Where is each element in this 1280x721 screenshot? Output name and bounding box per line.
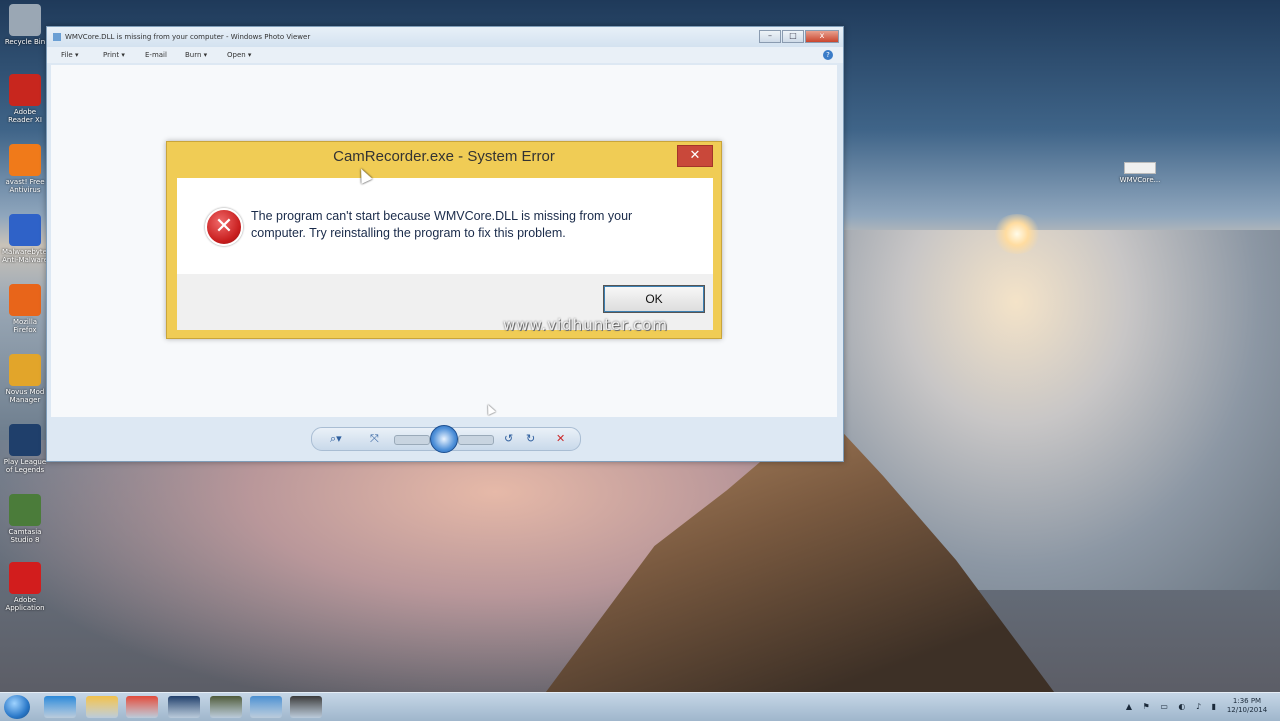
menu-print[interactable]: Print ▾: [103, 51, 125, 59]
firefox-icon: [9, 284, 41, 316]
taskbar-league-of-legends[interactable]: [168, 696, 200, 718]
window-buttons: – □ x: [759, 30, 839, 43]
recycle-bin-icon: [9, 4, 41, 36]
rotate-clockwise-icon[interactable]: ↻: [526, 432, 535, 446]
adobe-reader-icon: [9, 74, 41, 106]
desktop-icon-malwarebytes[interactable]: Malwarebytes Anti-Malware: [2, 214, 51, 264]
next-button[interactable]: [458, 435, 494, 445]
watermark: www.vidhunter.com: [503, 316, 668, 334]
taskbar-internet-explorer[interactable]: [44, 696, 76, 718]
desktop-icon-label: Mozilla Firefox: [12, 318, 38, 334]
help-icon[interactable]: ?: [823, 50, 833, 60]
desktop-icon-camtasia[interactable]: Camtasia Studio 8: [2, 494, 48, 544]
desktop-icon-firefox[interactable]: Mozilla Firefox: [2, 284, 48, 334]
error-message-line-2: computer. Try reinstalling the program t…: [251, 226, 566, 240]
avast-icon: [9, 144, 41, 176]
dialog-title: CamRecorder.exe - System Error: [333, 148, 555, 165]
novus-mod-manager-icon: [9, 354, 41, 386]
desktop-file-label: WMVCore...: [1119, 176, 1161, 184]
league-of-legends-icon: [9, 424, 41, 456]
error-message: The program can't start because WMVCore.…: [251, 208, 691, 242]
desktop-icon-label: Adobe Reader XI: [8, 108, 42, 124]
desktop-icon-label: Camtasia Studio 8: [8, 528, 42, 544]
desktop-icon-adobe-application[interactable]: Adobe Application: [2, 562, 48, 612]
error-message-line-1: The program can't start because WMVCore.…: [251, 209, 633, 223]
taskbar-file-explorer[interactable]: [86, 696, 118, 718]
taskbar-clock[interactable]: 1:36 PM 12/10/2014: [1224, 697, 1270, 715]
desktop-icon-league-of-legends[interactable]: Play League of Legends: [2, 424, 48, 474]
taskbar-app-6[interactable]: [250, 696, 282, 718]
camtasia-icon: [9, 494, 41, 526]
close-button[interactable]: x: [805, 30, 839, 43]
error-icon: ✕: [205, 208, 243, 246]
adobe-application-icon: [9, 562, 41, 594]
malwarebytes-icon: [9, 214, 41, 246]
wallpaper-sun: [992, 214, 1042, 254]
desktop-icon-recycle-bin[interactable]: Recycle Bin: [2, 4, 48, 46]
menu-burn[interactable]: Burn ▾: [185, 51, 207, 59]
file-icon: [1124, 162, 1156, 174]
desktop-icon-label: Adobe Application: [5, 596, 45, 612]
desktop-file-wmvcore[interactable]: WMVCore...: [1112, 162, 1168, 184]
clock-time: 1:36 PM: [1232, 697, 1262, 705]
menu-file[interactable]: File ▾: [61, 51, 78, 59]
taskbar: ▲ ⚑ ▭ ◐ ♪ ▮ 1:36 PM 12/10/2014: [0, 692, 1280, 721]
rotate-counterclockwise-icon[interactable]: ↺: [504, 432, 513, 446]
maximize-button[interactable]: □: [782, 30, 804, 43]
previous-button[interactable]: [394, 435, 430, 445]
taskbar-chrome[interactable]: [126, 696, 158, 718]
title-bar[interactable]: WMVCore.DLL is missing from your compute…: [47, 27, 843, 47]
delete-icon[interactable]: ✕: [556, 432, 565, 446]
desktop-icon-label: Novus Mod Manager: [5, 388, 45, 404]
desktop-icon-adobe-reader[interactable]: Adobe Reader XI: [2, 74, 48, 124]
desktop-icon-label: Recycle Bin: [4, 38, 46, 46]
menu-email[interactable]: E-mail: [145, 51, 167, 59]
desktop-icon-avast[interactable]: avast! Free Antivirus: [2, 144, 48, 194]
zoom-icon[interactable]: ⌕▾: [330, 432, 342, 446]
system-tray-icons[interactable]: ▲ ⚑ ▭ ◐ ♪ ▮: [1126, 702, 1220, 711]
desktop-icon-label: Malwarebytes Anti-Malware: [2, 248, 51, 264]
desktop-icon-label: Play League of Legends: [3, 458, 47, 474]
menu-bar: File ▾ Print ▾ E-mail Burn ▾ Open ▾ ?: [47, 47, 843, 63]
clock-date: 12/10/2014: [1226, 706, 1268, 714]
desktop-icon-novus-mod-manager[interactable]: Novus Mod Manager: [2, 354, 48, 404]
ok-button[interactable]: OK: [603, 285, 705, 313]
window-title: WMVCore.DLL is missing from your compute…: [65, 33, 311, 41]
taskbar-app-5[interactable]: [210, 696, 242, 718]
slideshow-button[interactable]: [430, 425, 458, 453]
start-button[interactable]: [4, 695, 30, 719]
minimize-button[interactable]: –: [759, 30, 781, 43]
desktop-icon-label: avast! Free Antivirus: [5, 178, 45, 194]
system-error-dialog: CamRecorder.exe - System Error ✕ ✕ The p…: [166, 141, 722, 339]
viewer-controls: ⌕▾ ⤧ ↺ ↻ ✕: [311, 425, 581, 453]
menu-open[interactable]: Open ▾: [227, 51, 251, 59]
dialog-body: ✕ The program can't start because WMVCor…: [177, 178, 713, 274]
dialog-close-button[interactable]: ✕: [677, 145, 713, 167]
actual-size-icon[interactable]: ⤧: [370, 432, 379, 446]
taskbar-app-7[interactable]: [290, 696, 322, 718]
photo-viewer-icon: [53, 33, 61, 41]
